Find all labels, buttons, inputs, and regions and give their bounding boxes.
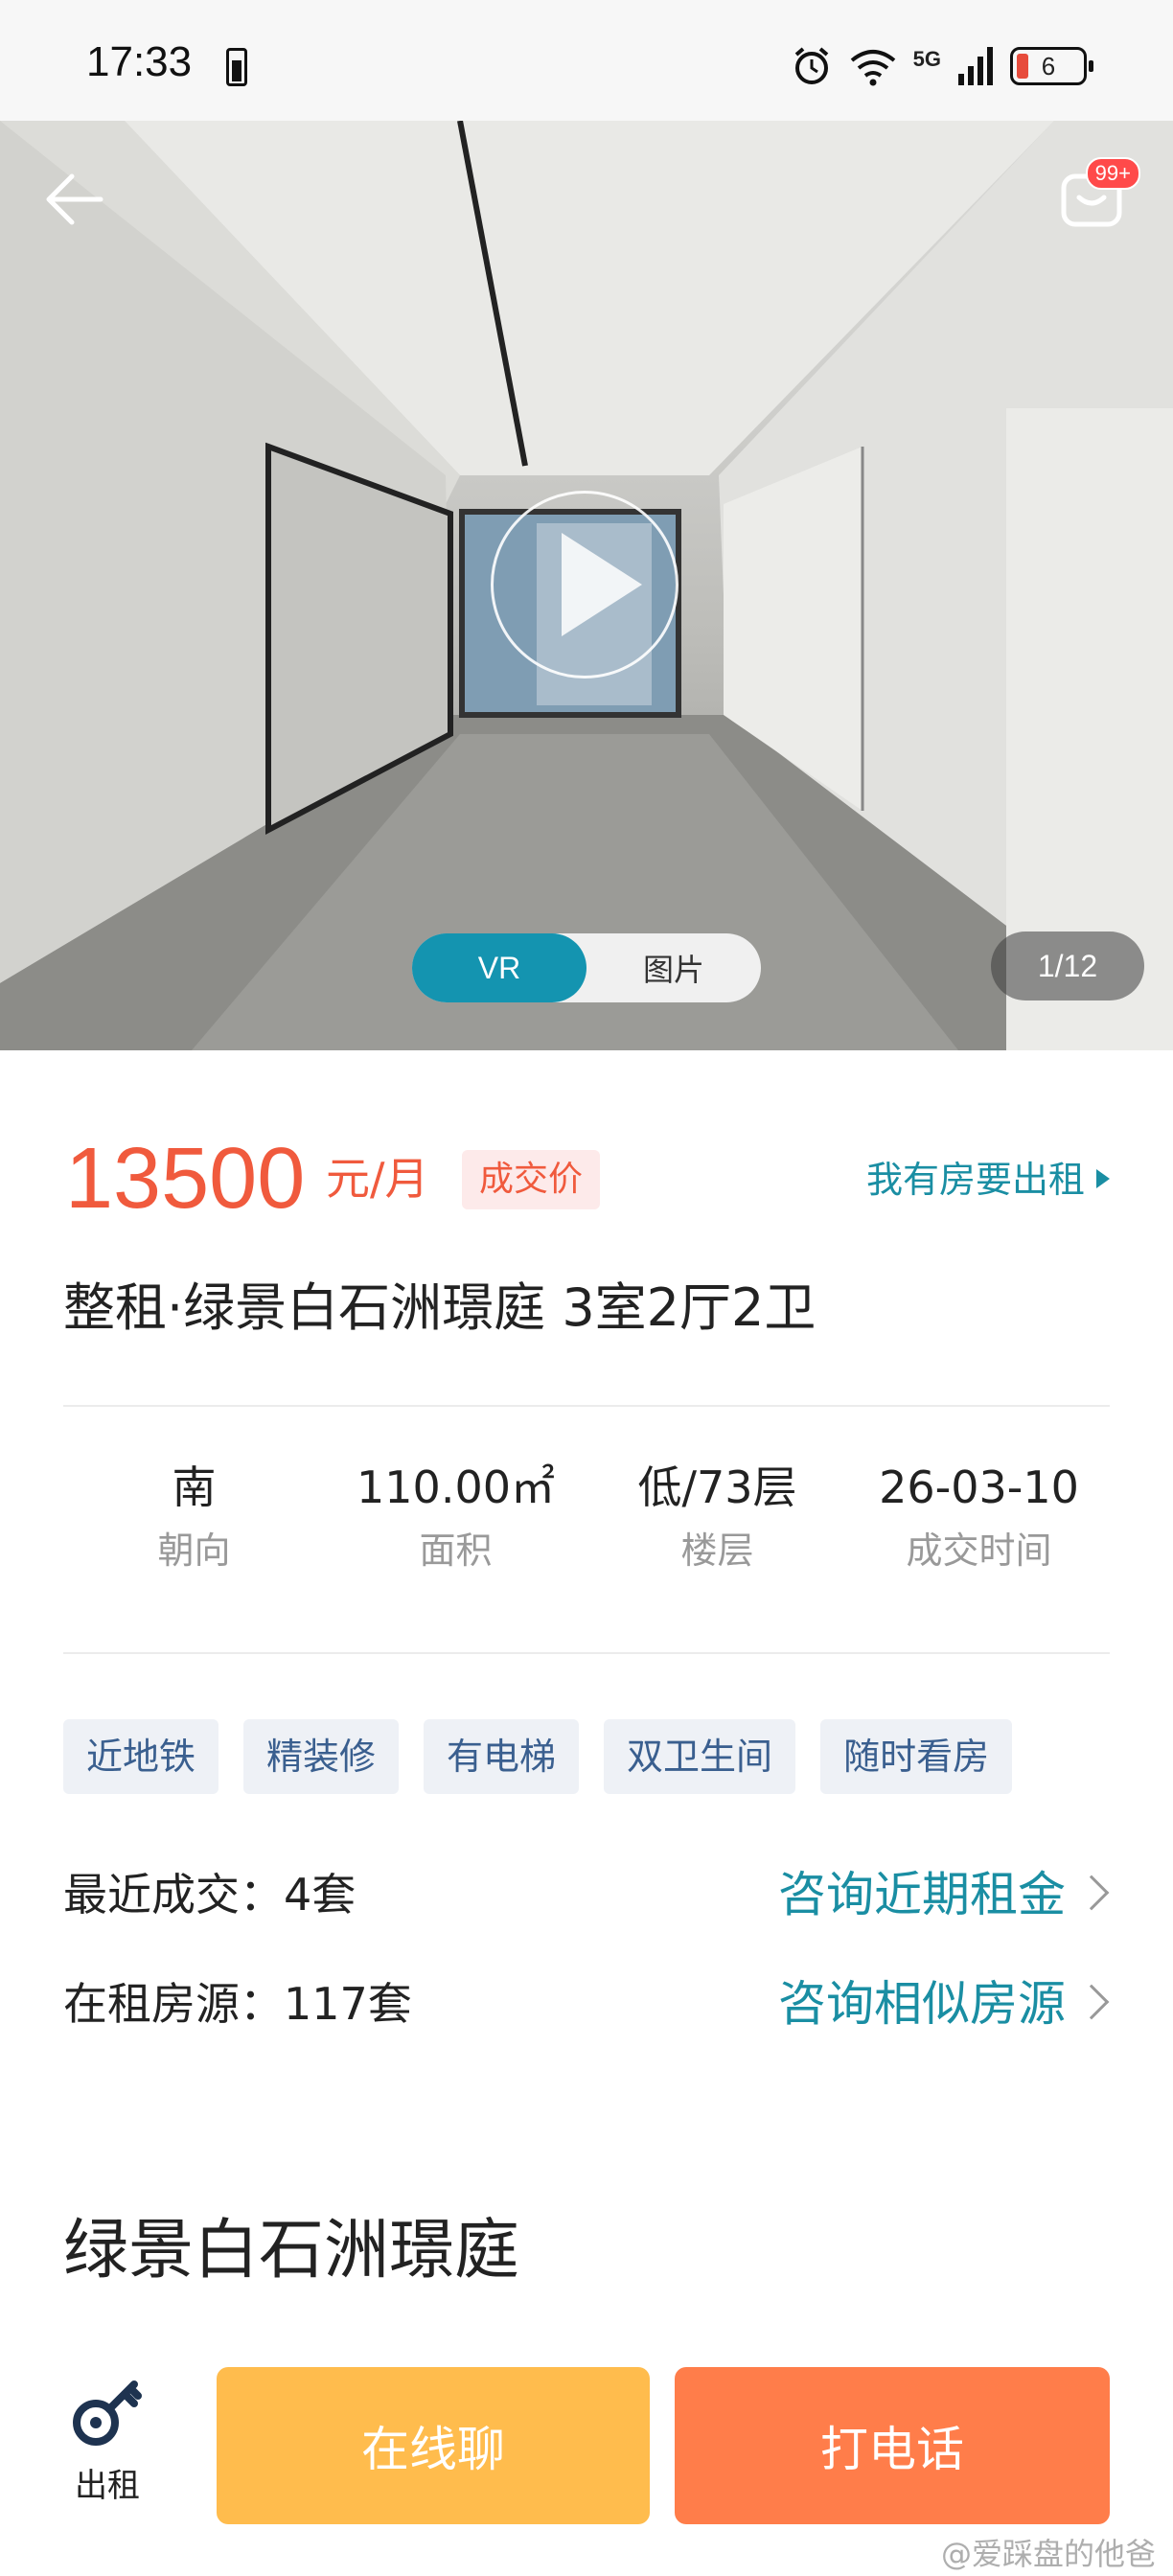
tag: 随时看房 bbox=[820, 1719, 1013, 1794]
signal-icon bbox=[958, 47, 993, 85]
status-bar: 17:33 5G 6 bbox=[0, 0, 1173, 121]
property-stats: 南 朝向 110.00㎡ 面积 低/73层 楼层 26-03-10 成交时间 bbox=[63, 1457, 1110, 1600]
status-icons: 5G 6 bbox=[791, 42, 1093, 90]
stat-value: 110.00㎡ bbox=[356, 1461, 555, 1513]
caret-right-icon bbox=[1096, 1169, 1110, 1188]
stat-value: 26-03-10 bbox=[879, 1461, 1079, 1513]
tab-vr[interactable]: VR bbox=[412, 933, 586, 1002]
wifi-icon bbox=[850, 50, 895, 86]
stat-value: 南 bbox=[172, 1461, 217, 1513]
battery-icon: 6 bbox=[1010, 47, 1093, 85]
image-counter: 1/12 bbox=[991, 932, 1144, 1000]
divider bbox=[63, 1405, 1110, 1407]
arrow-left-icon bbox=[46, 173, 104, 225]
feature-tags: 近地铁 精装修 有电梯 双卫生间 随时看房 bbox=[63, 1719, 1013, 1794]
tag: 双卫生间 bbox=[604, 1719, 796, 1794]
recent-deals-text: 最近成交：4套 bbox=[63, 1869, 356, 1920]
stat-label: 楼层 bbox=[680, 1530, 754, 1572]
community-title: 绿景白石洲璟庭 bbox=[63, 2213, 520, 2288]
back-button[interactable] bbox=[36, 161, 113, 238]
key-icon bbox=[73, 2380, 142, 2446]
online-chat-button[interactable]: 在线聊 bbox=[217, 2367, 650, 2524]
stat-floor: 低/73层 楼层 bbox=[586, 1457, 848, 1600]
available-listings-row: 在租房源：117套 咨询相似房源 bbox=[63, 1970, 1110, 2037]
alarm-icon bbox=[794, 47, 828, 84]
play-icon bbox=[562, 533, 642, 636]
tab-photos[interactable]: 图片 bbox=[586, 933, 761, 1002]
listing-title: 整租·绿景白石洲璟庭 3室2厅2卫 bbox=[63, 1277, 816, 1338]
price-value: 13500 bbox=[65, 1131, 306, 1227]
message-button[interactable]: 99+ bbox=[1058, 157, 1140, 232]
media-toggle: VR 图片 bbox=[412, 933, 761, 1002]
battery-level: 6 bbox=[1041, 51, 1056, 80]
stat-value: 低/73层 bbox=[637, 1461, 797, 1513]
tag: 精装修 bbox=[243, 1719, 400, 1794]
stat-area: 110.00㎡ 面积 bbox=[325, 1457, 586, 1600]
call-button[interactable]: 打电话 bbox=[675, 2367, 1110, 2524]
stat-deal-date: 26-03-10 成交时间 bbox=[848, 1457, 1110, 1600]
stat-orientation: 南 朝向 bbox=[63, 1457, 325, 1600]
available-listings-text: 在租房源：117套 bbox=[63, 1978, 412, 2030]
rent-out-label: 出租 bbox=[75, 2467, 140, 2505]
chevron-right-icon bbox=[1073, 1874, 1110, 1911]
rent-out-button[interactable]: 出租 bbox=[59, 2377, 155, 2506]
message-badge: 99+ bbox=[1085, 157, 1140, 190]
tag: 有电梯 bbox=[424, 1719, 580, 1794]
deal-price-badge: 成交价 bbox=[462, 1150, 601, 1209]
chevron-right-icon bbox=[1073, 1984, 1110, 2020]
consult-rent-link[interactable]: 咨询近期租金 bbox=[778, 1861, 1066, 1928]
consult-similar-link[interactable]: 咨询相似房源 bbox=[778, 1970, 1066, 2037]
battery-saver-icon bbox=[226, 48, 247, 86]
stat-label: 面积 bbox=[419, 1530, 493, 1572]
stat-label: 朝向 bbox=[157, 1530, 231, 1572]
price-unit: 元/月 bbox=[326, 1153, 429, 1205]
watermark: @爱踩盘的他爸 bbox=[940, 2536, 1156, 2572]
tag: 近地铁 bbox=[63, 1719, 219, 1794]
recent-deals-row: 最近成交：4套 咨询近期租金 bbox=[63, 1861, 1110, 1928]
network-label: 5G bbox=[912, 47, 941, 71]
divider bbox=[63, 1652, 1110, 1654]
status-time: 17:33 bbox=[86, 38, 193, 85]
stat-label: 成交时间 bbox=[906, 1530, 1052, 1572]
rent-out-link[interactable]: 我有房要出租 bbox=[866, 1156, 1085, 1204]
hero-gallery[interactable]: 99+ VR 图片 1/12 bbox=[0, 121, 1173, 1050]
